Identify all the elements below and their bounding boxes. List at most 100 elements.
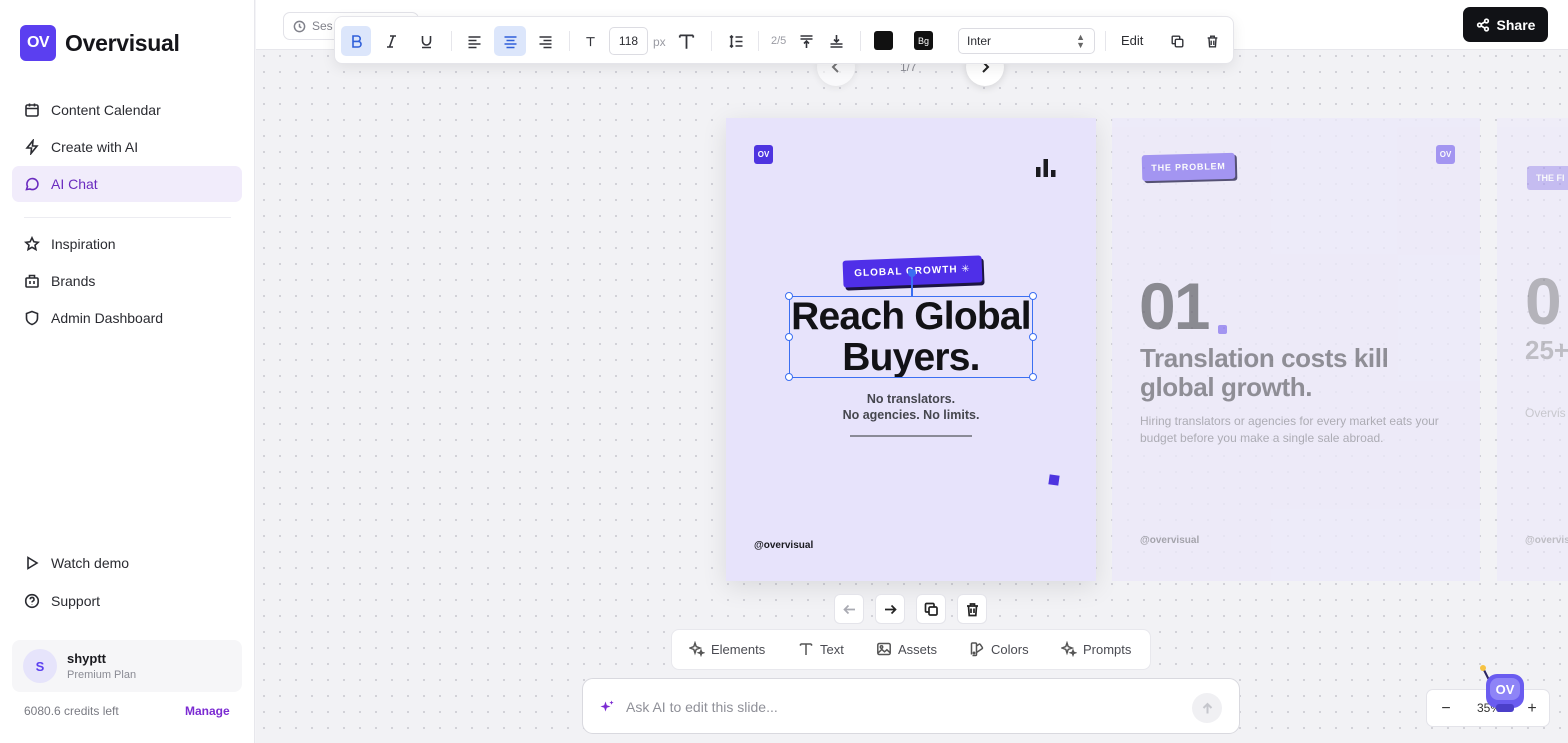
layer-position: 2/5: [771, 35, 787, 47]
tab-label: Colors: [991, 641, 1029, 657]
chat-bubble-icon: [24, 176, 40, 192]
copy-icon: [924, 602, 938, 616]
sidebar-item-label: Inspiration: [51, 236, 116, 252]
sidebar-item-watch-demo[interactable]: Watch demo: [12, 545, 242, 581]
sidebar-item-brands[interactable]: Brands: [12, 263, 242, 299]
underline-button[interactable]: [411, 26, 441, 56]
selection-box[interactable]: [789, 296, 1033, 378]
slide-handle: @overvis: [1525, 535, 1568, 546]
subtext-line-1: No translators.: [866, 392, 956, 406]
sidebar-item-create-with-ai[interactable]: Create with AI: [12, 129, 242, 165]
ai-prompt-bar: [582, 678, 1240, 734]
tab-label: Elements: [711, 641, 766, 657]
italic-button[interactable]: [376, 26, 406, 56]
move-slide-left-button[interactable]: [834, 594, 864, 624]
tab-elements[interactable]: Elements: [689, 641, 765, 657]
slide-number: 0: [1525, 264, 1562, 338]
decrease-font-size-button[interactable]: [576, 26, 604, 56]
assistant-mascot-icon[interactable]: OV: [1478, 660, 1532, 714]
text-color-swatch[interactable]: [874, 31, 893, 50]
slide-3[interactable]: THE FI 0 25+ clic Overvis stories conten…: [1497, 118, 1568, 581]
bold-button[interactable]: [341, 26, 371, 56]
sidebar-item-support[interactable]: Support: [12, 583, 242, 619]
subtext-line-2: No agencies. No limits.: [842, 408, 980, 422]
ai-sparkle-icon: [600, 700, 614, 712]
avatar: S: [23, 649, 57, 683]
sidebar-item-ai-chat[interactable]: AI Chat: [12, 166, 242, 202]
line-height-button[interactable]: [721, 26, 751, 56]
text-format-toolbar: 118 px 2/5 Bg Inter ▲ ▼ Edit: [334, 16, 1234, 64]
share-button[interactable]: Share: [1463, 7, 1548, 42]
arrow-up-icon: [1202, 702, 1212, 713]
bar-chart-icon: [1036, 159, 1056, 177]
chevron-updown-icon: ▲ ▼: [1076, 32, 1085, 50]
edit-button[interactable]: Edit: [1121, 33, 1143, 48]
resize-handle-e[interactable]: [1029, 333, 1037, 341]
send-button[interactable]: [1192, 693, 1222, 723]
resize-handle-ne[interactable]: [1029, 292, 1037, 300]
slide-2[interactable]: THE PROBLEM OV 01 Translation costs kill…: [1112, 118, 1480, 581]
tab-text[interactable]: Text: [798, 641, 844, 657]
share-icon: [1476, 17, 1489, 32]
text-icon: [799, 643, 813, 655]
italic-icon: [386, 34, 396, 48]
sidebar-item-label: Support: [51, 593, 101, 609]
slide-badge: THE PROBLEM: [1141, 152, 1236, 182]
send-backward-button[interactable]: [821, 26, 851, 56]
background-color-swatch[interactable]: Bg: [914, 31, 933, 50]
slide-1[interactable]: OV GLOBAL GROWTH ✳ Reach Global Buyers. …: [726, 118, 1096, 581]
tab-label: Assets: [898, 641, 938, 657]
align-center-button[interactable]: [494, 26, 526, 56]
slide-title: 25+ clic: [1525, 335, 1568, 365]
resize-handle-nw[interactable]: [785, 292, 793, 300]
resize-handle-w[interactable]: [785, 333, 793, 341]
brand-logo[interactable]: OV Overvisual: [20, 25, 180, 61]
rotate-handle[interactable]: [908, 269, 916, 277]
duplicate-element-button[interactable]: [1163, 26, 1191, 56]
align-left-button[interactable]: [459, 26, 489, 56]
font-size-unit: px: [653, 35, 666, 49]
slide-title: Translation costs kill global growth.: [1140, 343, 1389, 402]
clock-icon: [293, 20, 306, 32]
sidebar-item-label: AI Chat: [51, 176, 98, 192]
zoom-out-button[interactable]: −: [1436, 699, 1456, 719]
sidebar-item-content-calendar[interactable]: Content Calendar: [12, 92, 242, 128]
font-family-select[interactable]: Inter ▲ ▼: [958, 28, 1095, 54]
manage-link[interactable]: Manage: [185, 704, 230, 718]
increase-font-size-button[interactable]: [671, 26, 701, 56]
sidebar-divider: [24, 217, 231, 218]
duplicate-slide-button[interactable]: [916, 594, 946, 624]
line-height-icon: [728, 34, 742, 48]
slide-body: Hiring translators or agencies for every…: [1140, 414, 1439, 445]
tab-colors[interactable]: Colors: [969, 641, 1029, 657]
calendar-icon: [24, 102, 40, 118]
trash-icon: [1207, 35, 1217, 47]
trash-icon: [966, 602, 978, 616]
tab-prompts[interactable]: Prompts: [1061, 641, 1131, 657]
play-icon: [24, 555, 40, 571]
sidebar-item-inspiration[interactable]: Inspiration: [12, 226, 242, 262]
svg-text:OV: OV: [1496, 682, 1515, 697]
align-right-button[interactable]: [530, 26, 560, 56]
sidebar-item-label: Watch demo: [51, 555, 130, 571]
credits-remaining: 6080.6 credits left: [24, 704, 119, 718]
decorative-square: [1048, 474, 1060, 486]
tab-assets[interactable]: Assets: [876, 641, 937, 657]
font-size-input[interactable]: 118: [609, 27, 648, 55]
sidebar-item-admin-dashboard[interactable]: Admin Dashboard: [12, 300, 242, 336]
ai-prompt-input[interactable]: [626, 695, 1186, 719]
delete-slide-button[interactable]: [957, 594, 987, 624]
resize-handle-se[interactable]: [1029, 373, 1037, 381]
user-plan: Premium Plan: [67, 669, 137, 681]
sidebar-item-label: Create with AI: [51, 139, 139, 155]
move-slide-right-button[interactable]: [875, 594, 905, 624]
tab-label: Prompts: [1083, 641, 1132, 657]
resize-handle-sw[interactable]: [785, 373, 793, 381]
slide-subtext[interactable]: No translators. No agencies. No limits.: [726, 391, 1096, 423]
user-card[interactable]: S shyptt Premium Plan: [12, 640, 242, 692]
delete-element-button[interactable]: [1198, 26, 1226, 56]
font-family-value: Inter: [967, 34, 992, 48]
bring-forward-button[interactable]: [791, 26, 821, 56]
brand-name: Overvisual: [65, 29, 180, 56]
arrow-right-icon: [884, 604, 897, 614]
